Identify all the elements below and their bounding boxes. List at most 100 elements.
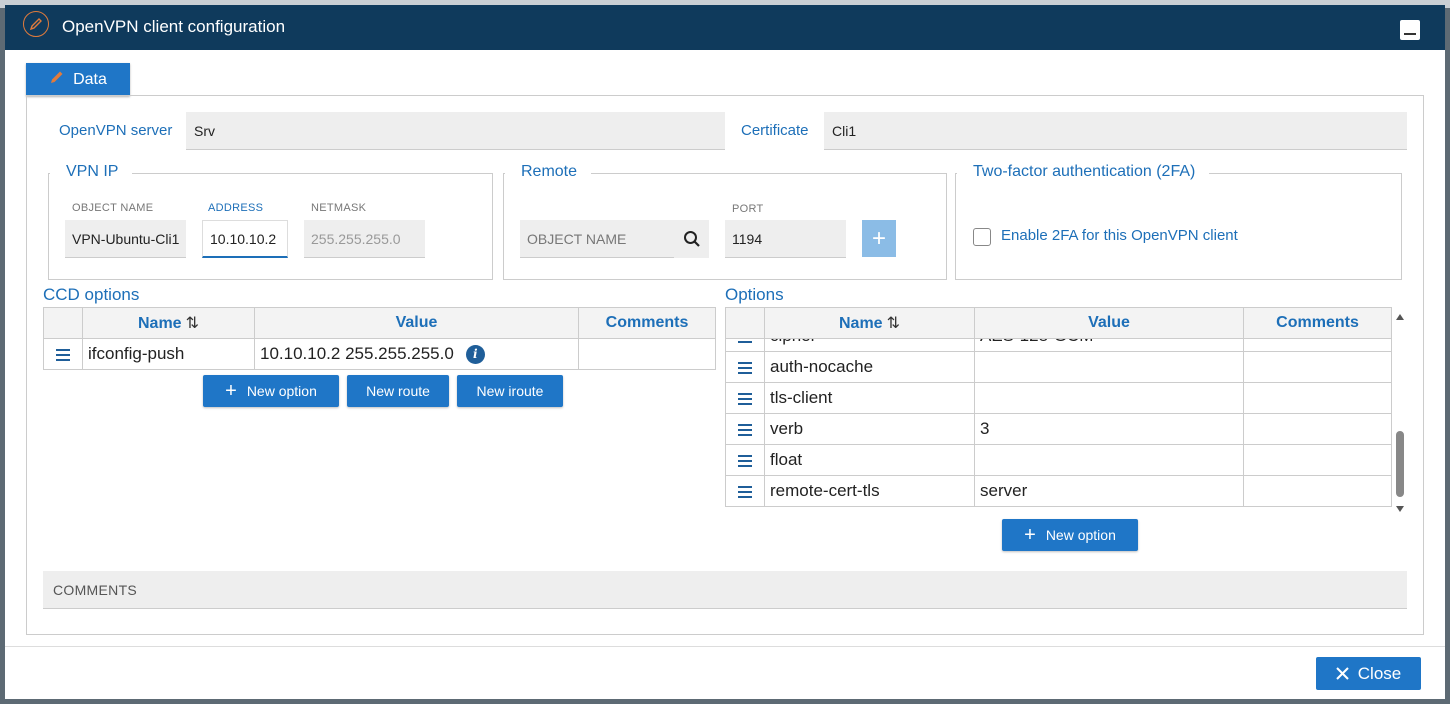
drag-handle[interactable]	[725, 339, 765, 352]
option-comments[interactable]	[1243, 382, 1392, 414]
ccd-new-option-button[interactable]: + New option	[203, 375, 339, 407]
options-comments-header: Comments	[1243, 307, 1392, 339]
hamburger-icon	[738, 339, 752, 343]
info-icon[interactable]: i	[465, 345, 485, 364]
scroll-up-arrow[interactable]	[1396, 314, 1404, 320]
openvpn-server-label: OpenVPN server	[59, 122, 173, 139]
add-remote-button[interactable]: +	[862, 220, 896, 257]
plus-icon: +	[871, 224, 886, 252]
options-body-table: cipher AES-128-GCM auth-nocache tls-clie…	[725, 339, 1392, 507]
plus-icon: +	[1024, 524, 1036, 546]
options-value-header: Value	[974, 307, 1244, 339]
options-handle-header	[725, 307, 765, 339]
dialog-title: OpenVPN client configuration	[62, 17, 286, 36]
netmask-label: NETMASK	[311, 202, 367, 214]
table-row[interactable]: tls-client	[725, 382, 1392, 414]
new-iroute-button[interactable]: New iroute	[457, 375, 563, 407]
netmask-field: 255.255.255.0	[304, 220, 425, 258]
ccd-row-name[interactable]: ifconfig-push	[82, 338, 255, 370]
enable-2fa-label: Enable 2FA for this OpenVPN client	[1001, 227, 1238, 244]
openvpn-server-field[interactable]: Srv	[186, 112, 725, 150]
table-row[interactable]: cipher AES-128-GCM	[725, 339, 1392, 352]
drag-handle[interactable]	[43, 338, 83, 370]
hamburger-icon	[738, 423, 752, 436]
address-input[interactable]: 10.10.10.2	[202, 220, 288, 258]
options-scrollbar[interactable]	[1394, 311, 1406, 515]
remote-search-button[interactable]	[674, 220, 709, 258]
drag-handle[interactable]	[725, 444, 765, 476]
option-name[interactable]: auth-nocache	[764, 351, 975, 383]
sort-icon[interactable]: ⇅	[887, 315, 900, 332]
table-row[interactable]: remote-cert-tls server	[725, 475, 1392, 507]
drag-handle[interactable]	[725, 351, 765, 383]
hamburger-icon	[738, 485, 752, 498]
title-bar: OpenVPN client configuration	[5, 5, 1445, 50]
enable-2fa-checkbox[interactable]	[973, 228, 991, 246]
option-comments[interactable]	[1243, 351, 1392, 383]
option-comments[interactable]	[1243, 413, 1392, 445]
table-row[interactable]: float	[725, 444, 1392, 476]
sort-icon[interactable]: ⇅	[186, 315, 199, 332]
options-name-header[interactable]: Name ⇅	[764, 307, 975, 339]
ccd-options-title: CCD options	[43, 285, 140, 304]
hamburger-icon	[738, 454, 752, 467]
comments-input[interactable]: COMMENTS	[43, 571, 1407, 609]
footer-divider	[5, 646, 1445, 647]
ccd-value-header: Value	[254, 307, 579, 339]
new-route-button[interactable]: New route	[347, 375, 449, 407]
vpn-ip-legend: VPN IP	[50, 163, 133, 181]
hamburger-icon	[738, 392, 752, 405]
table-row[interactable]: ifconfig-push 10.10.10.2 255.255.255.0 i	[43, 338, 716, 370]
option-value[interactable]	[974, 351, 1244, 383]
vpn-object-name-field[interactable]: VPN-Ubuntu-Cli1	[65, 220, 186, 258]
option-name[interactable]: verb	[764, 413, 975, 445]
drag-handle[interactable]	[725, 382, 765, 414]
options-table: Name ⇅ Value Comments	[725, 307, 1392, 339]
close-button[interactable]: Close	[1316, 657, 1421, 690]
option-name[interactable]: remote-cert-tls	[764, 475, 975, 507]
minimize-button[interactable]	[1400, 20, 1420, 40]
option-value[interactable]: 3	[974, 413, 1244, 445]
hamburger-icon	[738, 361, 752, 374]
options-body-viewport: cipher AES-128-GCM auth-nocache tls-clie…	[725, 339, 1392, 515]
table-row[interactable]: auth-nocache	[725, 351, 1392, 383]
option-comments[interactable]	[1243, 339, 1392, 352]
drag-handle[interactable]	[725, 413, 765, 445]
table-row[interactable]: verb 3	[725, 413, 1392, 445]
ccd-handle-header	[43, 307, 83, 339]
ccd-name-header[interactable]: Name ⇅	[82, 307, 255, 339]
option-value[interactable]	[974, 382, 1244, 414]
certificate-field[interactable]: Cli1	[824, 112, 1407, 150]
option-value[interactable]	[974, 444, 1244, 476]
ccd-row-value: 10.10.10.2 255.255.255.0	[260, 343, 454, 363]
modal-dialog: OpenVPN client configuration Data OpenVP…	[5, 5, 1445, 699]
option-comments[interactable]	[1243, 444, 1392, 476]
options-new-option-button[interactable]: + New option	[1002, 519, 1138, 551]
ccd-options-table: Name ⇅ Value Comments ifconfig-push 10.10…	[43, 307, 716, 370]
scroll-thumb[interactable]	[1396, 431, 1404, 497]
tab-data-label: Data	[73, 70, 107, 88]
option-name[interactable]: tls-client	[764, 382, 975, 414]
ccd-row-value-cell[interactable]: 10.10.10.2 255.255.255.0 i	[254, 338, 579, 370]
options-table-viewport[interactable]: Name⇅ Value Comments cipher AES-128-GCM	[725, 307, 1392, 515]
scroll-down-arrow[interactable]	[1396, 506, 1404, 512]
close-button-label: Close	[1357, 663, 1402, 683]
ccd-row-comments[interactable]	[578, 338, 716, 370]
pencil-icon	[23, 11, 49, 37]
twofa-legend: Two-factor authentication (2FA)	[957, 163, 1210, 181]
drag-handle[interactable]	[725, 475, 765, 507]
ccd-comments-header: Comments	[578, 307, 716, 339]
port-input[interactable]: 1194	[725, 220, 846, 258]
option-name[interactable]: float	[764, 444, 975, 476]
remote-object-name-input[interactable]: OBJECT NAME	[520, 220, 674, 258]
options-title: Options	[725, 285, 784, 304]
option-name[interactable]: cipher	[764, 339, 975, 352]
certificate-label: Certificate	[741, 122, 809, 139]
hamburger-icon	[56, 348, 70, 361]
tab-data[interactable]: Data	[26, 63, 130, 96]
option-comments[interactable]	[1243, 475, 1392, 507]
option-value[interactable]: server	[974, 475, 1244, 507]
plus-icon: +	[225, 380, 237, 402]
remote-legend: Remote	[505, 163, 592, 181]
option-value[interactable]: AES-128-GCM	[974, 339, 1244, 352]
